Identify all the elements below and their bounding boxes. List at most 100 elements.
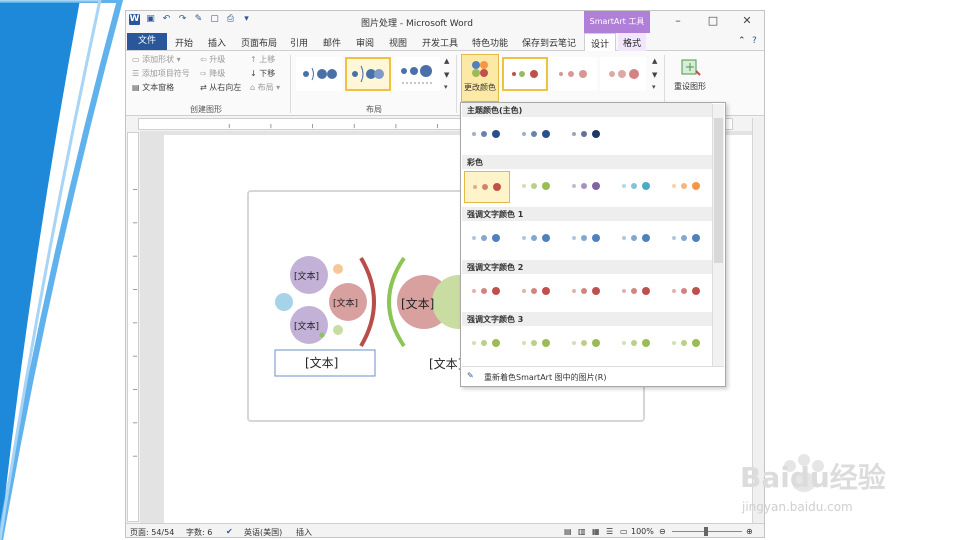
gallery-scroll-up[interactable]: ▲ [444, 57, 449, 65]
color-swatch[interactable] [514, 276, 560, 308]
close-button[interactable]: ✕ [733, 13, 761, 29]
style-scroll-up[interactable]: ▲ [652, 57, 657, 65]
tab-mailings[interactable]: 邮件 [323, 36, 341, 49]
zoom-out-button[interactable]: ⊖ [659, 527, 666, 536]
undo-icon[interactable]: ↶ [161, 14, 172, 25]
tab-format[interactable]: 格式 [618, 33, 647, 51]
zoom-level[interactable]: 100% [631, 527, 654, 536]
tab-file[interactable]: 文件 [127, 33, 167, 50]
smartart-text-node[interactable]: [文本] [294, 269, 319, 282]
slide-decoration [0, 0, 124, 540]
layout-thumbnail-selected[interactable] [345, 57, 391, 91]
proofing-icon[interactable]: ✔ [226, 527, 233, 536]
brush-icon[interactable]: ✎ [193, 14, 204, 25]
recolor-pictures-option[interactable]: ✎ 重新着色SmartArt 图中的图片(R) [462, 366, 724, 386]
color-swatch[interactable] [564, 328, 610, 360]
reset-graphic-button[interactable]: 重设图形 [667, 54, 713, 102]
tab-view[interactable]: 视图 [389, 36, 407, 49]
tab-references[interactable]: 引用 [290, 36, 308, 49]
tab-home[interactable]: 开始 [175, 36, 193, 49]
vertical-ruler[interactable] [127, 132, 139, 522]
gallery-scroll-down[interactable]: ▼ [444, 71, 449, 79]
view-web-layout-icon[interactable]: ▦ [592, 527, 600, 536]
minimize-button[interactable]: – [664, 13, 692, 29]
save-icon[interactable]: ▣ [145, 14, 156, 25]
text-pane-button[interactable]: ▤ 文本窗格 [132, 82, 174, 93]
color-swatch[interactable] [564, 119, 610, 151]
view-print-layout-icon[interactable]: ▤ [564, 527, 572, 536]
add-bullet-button[interactable]: ☰ 添加项目符号 [132, 68, 190, 79]
smartart-text-node[interactable]: [文本] [401, 295, 434, 312]
demote-button[interactable]: ⇨ 降级 [200, 68, 225, 79]
smartart-text-node[interactable]: [文本] [333, 296, 358, 309]
color-swatch[interactable] [464, 328, 510, 360]
smartart-text-node[interactable]: [文本] [294, 319, 319, 332]
new-document-icon[interactable]: ▢ [209, 14, 220, 25]
customize-qat-icon[interactable]: ▾ [241, 14, 252, 25]
layout-thumbnail[interactable] [394, 57, 440, 91]
word-count[interactable]: 字数: 6 [186, 527, 212, 537]
color-swatch[interactable] [514, 223, 560, 255]
print-icon[interactable]: ⎙ [225, 14, 236, 25]
color-swatch[interactable] [514, 171, 560, 203]
tab-review[interactable]: 审阅 [356, 36, 374, 49]
color-swatch[interactable] [664, 223, 710, 255]
promote-button[interactable]: ⇦ 升级 [200, 54, 225, 65]
tab-cloud-notes[interactable]: 保存到云笔记 [522, 36, 576, 49]
add-shape-button[interactable]: ▭ 添加形状 ▾ [132, 54, 181, 65]
color-swatch[interactable] [614, 171, 660, 203]
tab-design[interactable]: 设计 [584, 33, 617, 51]
quick-access-toolbar: W ▣ ↶ ↷ ✎ ▢ ⎙ ▾ [129, 14, 252, 25]
tab-page-layout[interactable]: 页面布局 [241, 36, 277, 49]
color-swatch[interactable] [614, 328, 660, 360]
move-down-button[interactable]: ↓ 下移 [250, 68, 275, 79]
insert-mode[interactable]: 插入 [296, 527, 312, 537]
smartart-style-selected[interactable] [502, 57, 548, 91]
change-colors-button[interactable]: 更改颜色 [461, 54, 499, 102]
color-swatch[interactable] [464, 223, 510, 255]
right-to-left-button[interactable]: ⇄ 从右向左 [200, 82, 241, 93]
color-swatch[interactable] [614, 223, 660, 255]
tab-features[interactable]: 特色功能 [472, 36, 508, 49]
maximize-button[interactable]: □ [699, 13, 727, 29]
color-variation-icon [522, 234, 550, 242]
tab-insert[interactable]: 插入 [208, 36, 226, 49]
help-icon[interactable]: ? [752, 36, 757, 46]
smartart-style[interactable] [600, 57, 646, 91]
color-swatch[interactable] [514, 328, 560, 360]
smartart-style[interactable] [551, 57, 597, 91]
smartart-text-node[interactable]: [文本] [429, 355, 462, 372]
color-swatch[interactable] [664, 171, 710, 203]
color-section-header: 彩色 [462, 155, 712, 169]
dropdown-scrollbar[interactable] [712, 104, 724, 366]
color-swatch[interactable] [464, 119, 510, 151]
zoom-in-button[interactable]: ⊕ [746, 527, 753, 536]
page-count[interactable]: 页面: 54/54 [130, 527, 174, 537]
layout-thumbnail[interactable] [296, 57, 342, 91]
color-swatch[interactable] [464, 276, 510, 308]
color-variation-icon [472, 130, 500, 138]
style-scroll-down[interactable]: ▼ [652, 71, 657, 79]
view-draft-icon[interactable]: ▭ [620, 527, 628, 536]
ribbon-minimize-icon[interactable]: ⌃ [738, 36, 746, 46]
color-swatch[interactable] [564, 171, 610, 203]
color-swatch[interactable] [564, 223, 610, 255]
move-up-button[interactable]: ↑ 上移 [250, 54, 275, 65]
tab-developer[interactable]: 开发工具 [422, 36, 458, 49]
zoom-slider-thumb[interactable] [704, 527, 708, 536]
layout-button[interactable]: ⌂ 布局 ▾ [250, 82, 280, 93]
style-more[interactable]: ▾ [652, 83, 656, 91]
smartart-text-node-selected[interactable]: [文本] [305, 354, 338, 371]
view-full-screen-icon[interactable]: ▥ [578, 527, 586, 536]
dropdown-scrollbar-thumb[interactable] [714, 118, 723, 263]
color-swatch[interactable] [564, 276, 610, 308]
redo-icon[interactable]: ↷ [177, 14, 188, 25]
color-swatch[interactable] [664, 328, 710, 360]
language-indicator[interactable]: 英语(美国) [244, 527, 282, 537]
color-swatch[interactable] [514, 119, 560, 151]
view-outline-icon[interactable]: ☰ [606, 527, 613, 536]
gallery-more[interactable]: ▾ [444, 83, 448, 91]
color-swatch[interactable] [614, 276, 660, 308]
color-swatch[interactable] [664, 276, 710, 308]
color-swatch-selected[interactable] [464, 171, 510, 203]
